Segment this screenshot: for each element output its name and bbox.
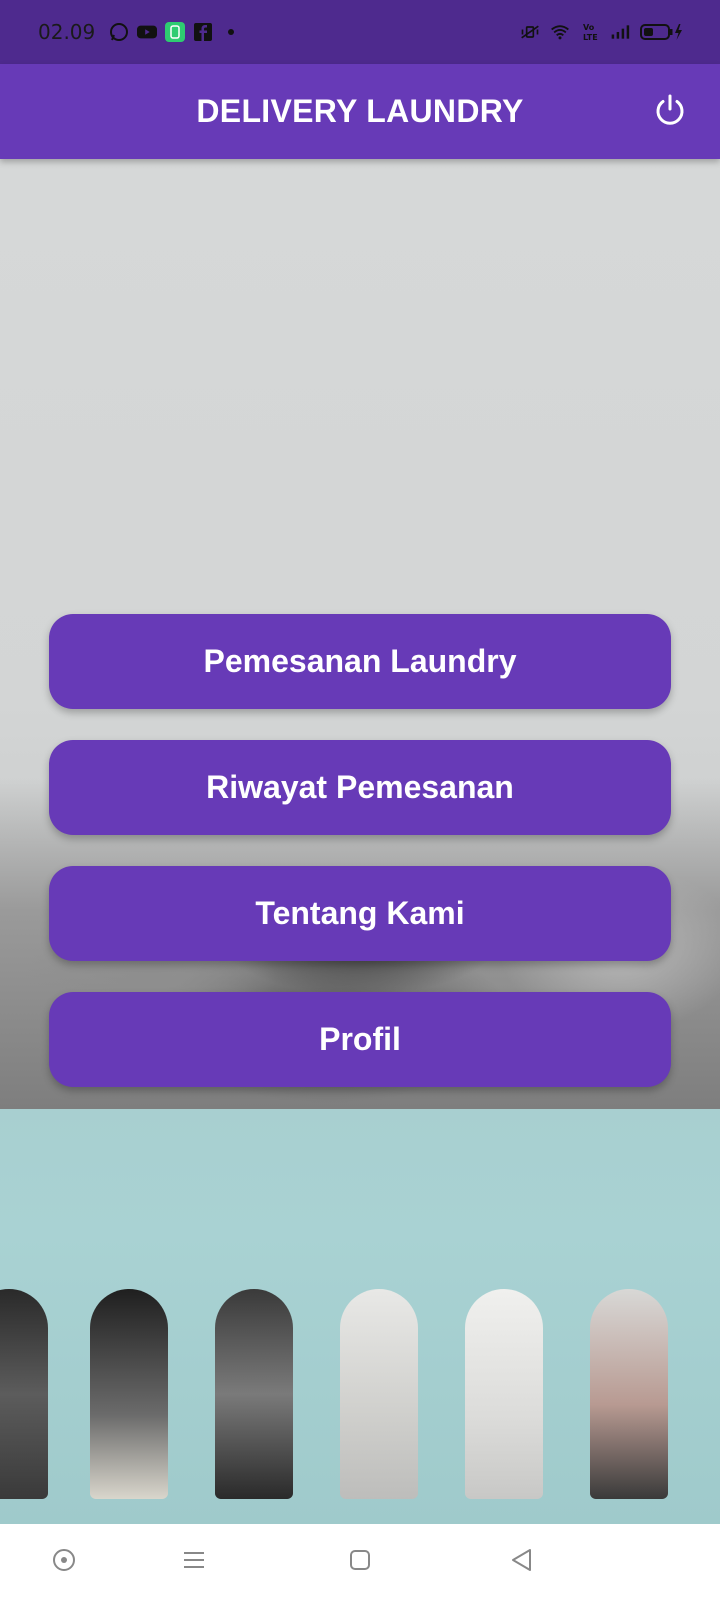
signal-icon [610,23,630,41]
profile-button[interactable]: Profil [49,992,671,1087]
order-laundry-button[interactable]: Pemesanan Laundry [49,614,671,709]
status-time: 02.09 [38,20,96,44]
notification-icons [109,22,241,42]
battery-charging-icon [640,23,684,41]
assistant-icon [51,1547,77,1578]
youtube-icon [137,23,158,41]
page-title: DELIVERY LAUNDRY [196,93,524,129]
app-badge-icon [165,22,186,42]
order-history-button[interactable]: Riwayat Pemesanan [49,740,671,835]
volte-icon: Vo LTE [580,23,600,42]
laundry-basket-image [0,1109,720,1524]
about-us-button[interactable]: Tentang Kami [49,866,671,961]
system-nav-bar [0,1524,720,1600]
wifi-icon [550,23,570,41]
back-icon [509,1547,535,1578]
app-bar: DELIVERY LAUNDRY [0,64,720,159]
facebook-icon [193,23,213,41]
dot-icon [221,23,241,41]
back-button[interactable] [504,1544,540,1580]
home-button[interactable] [342,1544,378,1580]
assistant-button[interactable] [46,1544,82,1580]
logout-button[interactable] [650,92,690,132]
system-icons: Vo LTE [520,0,684,64]
status-bar: 02.09 Vo LTE [0,0,720,64]
recents-menu-button[interactable] [176,1544,212,1580]
svg-text:Vo: Vo [583,23,595,32]
whatsapp-icon [109,23,129,41]
vibrate-mute-icon [520,23,540,41]
main-menu: Pemesanan Laundry Riwayat Pemesanan Tent… [49,614,671,1087]
power-icon [653,93,687,132]
menu-icon [181,1547,207,1578]
home-icon [348,1548,372,1577]
svg-text:LTE: LTE [583,33,598,42]
